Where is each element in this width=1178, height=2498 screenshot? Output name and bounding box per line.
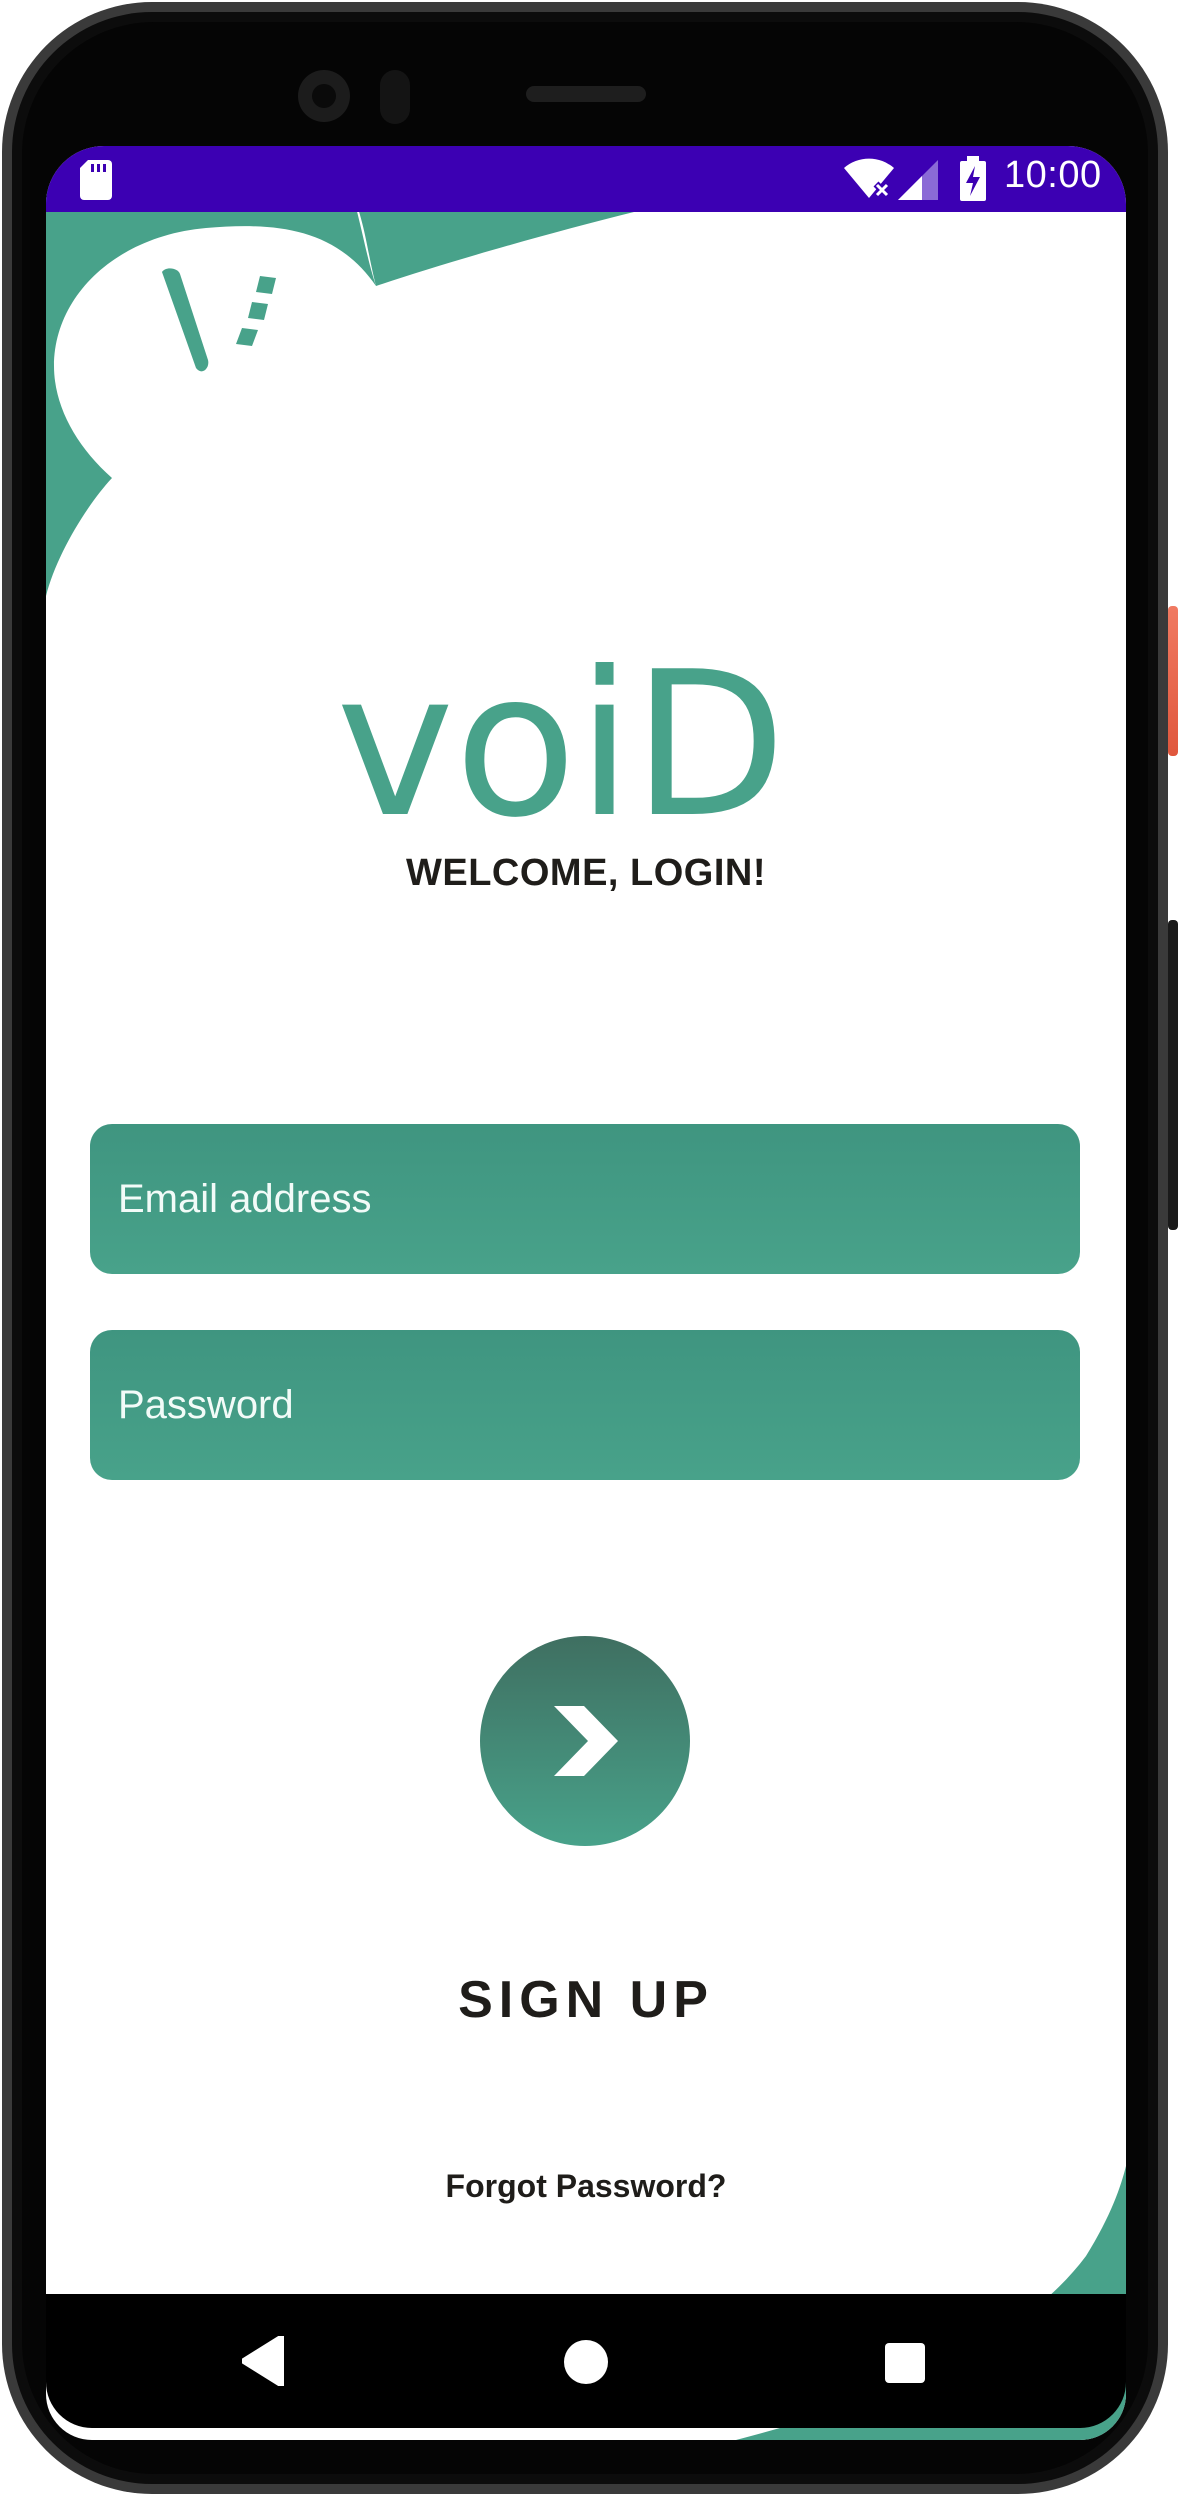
brand-wordmark-text: voiD [336,654,786,834]
email-input[interactable] [90,1124,1080,1274]
recents-icon[interactable] [884,2342,926,2384]
signal-icon [898,160,938,200]
chevron-right-icon [554,1706,618,1776]
home-icon[interactable] [562,2338,610,2386]
login-content: V voiD WELCOME, LOGIN! SIGN UP Forgot Pa… [46,146,1126,2440]
status-bar: 10:00 [46,146,1126,212]
corner-logo-icon [162,268,276,372]
welcome-heading: WELCOME, LOGIN! [405,852,767,894]
earpiece [526,86,646,102]
forgot-password-link[interactable]: Forgot Password? [46,2168,1126,2205]
wifi-icon [844,158,894,199]
signup-link[interactable]: SIGN UP [46,1970,1126,2030]
app-screen: 10:00 V voiD WELCOME, LOGIN! [46,146,1126,2440]
battery-charging-icon [960,156,986,201]
device-mockup: 10:00 V voiD WELCOME, LOGIN! [0,0,1178,2498]
brand-wordmark: voiD [336,654,786,834]
sd-card-icon [80,160,112,200]
status-time: 10:00 [1004,154,1102,196]
power-button [1168,606,1178,756]
system-nav-bar [46,2294,1126,2428]
volume-button [1168,920,1178,1230]
login-submit-button[interactable] [480,1636,690,1846]
password-input[interactable] [90,1330,1080,1480]
back-icon[interactable] [242,2336,286,2386]
